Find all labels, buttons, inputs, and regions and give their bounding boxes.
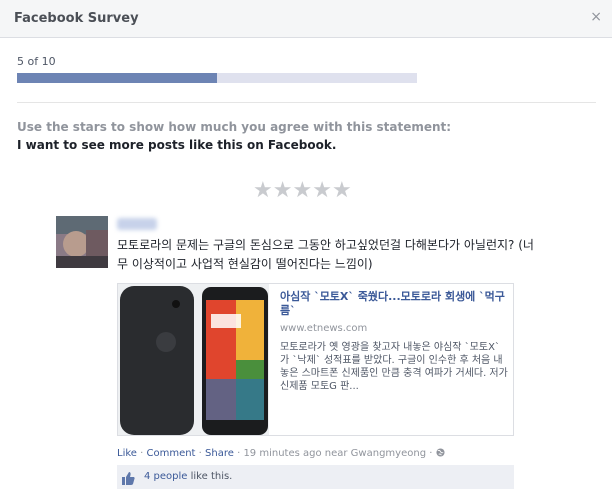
like-link[interactable]: Like [117, 448, 137, 459]
link-domain: www.etnews.com [280, 323, 368, 334]
separator: · [233, 448, 244, 459]
star-2-icon[interactable]: ★ [273, 178, 293, 203]
link-preview-card[interactable]: 아심작 `모토X` 죽쒔다...모토로라 회생에 `먹구름` www.etnew… [117, 283, 514, 436]
post-timestamp-location[interactable]: 19 minutes ago near Gwangmyeong [243, 448, 426, 459]
dialog-title: Facebook Survey [14, 11, 139, 26]
survey-statement: I want to see more posts like this on Fa… [17, 138, 337, 152]
dialog-header: Facebook Survey × [0, 0, 612, 38]
star-1-icon[interactable]: ★ [253, 178, 273, 203]
likes-count-link[interactable]: 4 people [144, 471, 187, 482]
star-3-icon[interactable]: ★ [292, 178, 312, 203]
close-icon[interactable]: × [590, 9, 602, 25]
progress-text: 5 of 10 [17, 55, 56, 68]
progress-bar-fill [17, 73, 217, 83]
progress-bar [17, 73, 417, 83]
avatar[interactable] [56, 216, 108, 268]
star-rating: ★★★★★ [253, 178, 352, 203]
survey-instruction: Use the stars to show how much you agree… [17, 120, 452, 134]
divider [17, 102, 596, 103]
author-name-blurred[interactable] [117, 218, 157, 230]
share-link[interactable]: Share [205, 448, 234, 459]
post-text: 모토로라의 문제는 구글의 돈심으로 그동안 하고싶었던걸 다해본다가 아닐런지… [117, 238, 534, 271]
comment-link[interactable]: Comment [146, 448, 195, 459]
likes-summary: 4 people like this. [117, 465, 514, 489]
star-5-icon[interactable]: ★ [332, 178, 352, 203]
likes-text: 4 people like this. [144, 471, 232, 482]
star-4-icon[interactable]: ★ [312, 178, 332, 203]
link-body: 아심작 `모토X` 죽쒔다...모토로라 회생에 `먹구름` www.etnew… [280, 290, 508, 393]
link-title[interactable]: 아심작 `모토X` 죽쒔다...모토로라 회생에 `먹구름` [280, 290, 508, 318]
likes-suffix: like this. [187, 471, 233, 482]
post-actions: Like · Comment · Share · 19 minutes ago … [117, 448, 445, 459]
globe-icon [436, 448, 445, 459]
separator: · [426, 448, 436, 459]
separator: · [195, 448, 206, 459]
thumbs-up-icon [122, 470, 135, 485]
phone-thumbnail-image[interactable] [118, 284, 269, 435]
link-description: 모토로라가 옛 영광을 찾고자 내놓은 야심작 `모토X`가 `낙제` 성적표를… [280, 342, 508, 392]
